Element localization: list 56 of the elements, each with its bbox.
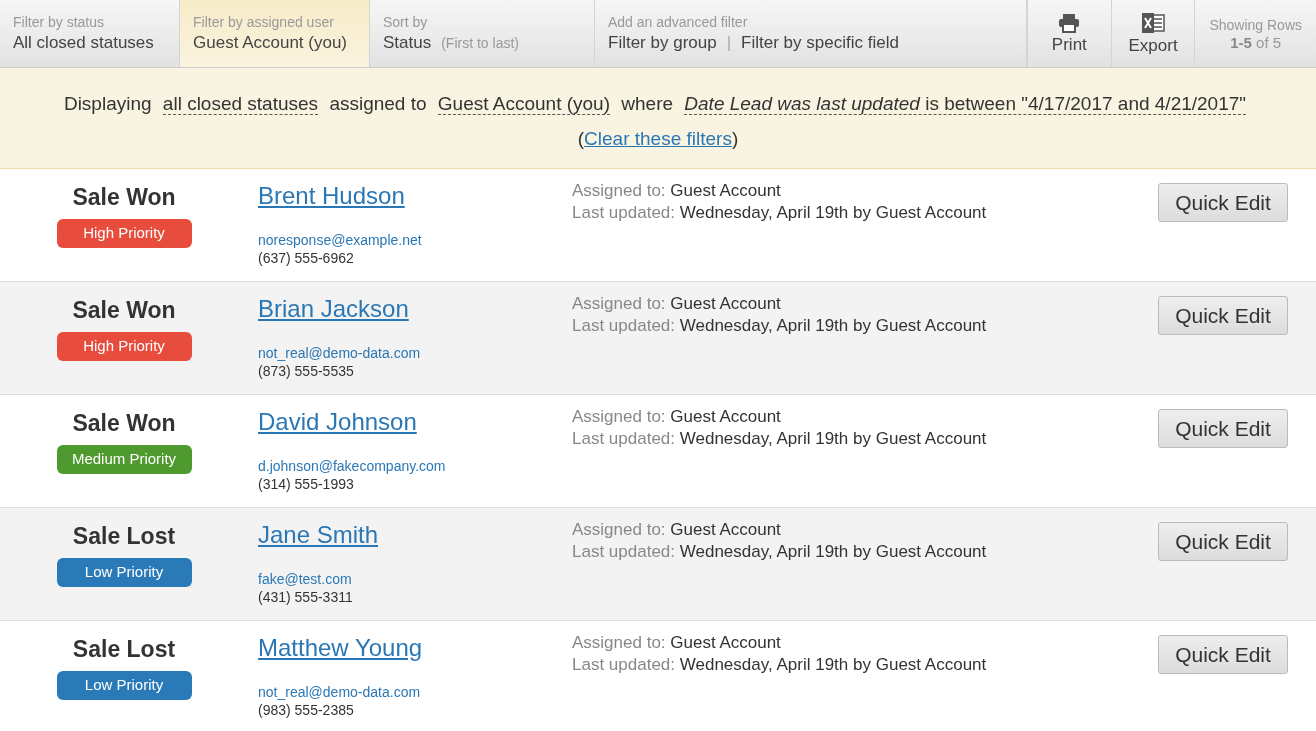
priority-badge: High Priority [56,332,192,361]
phone-number: (873) 555-5535 [258,362,354,380]
email-link[interactable]: fake@test.com [258,570,352,588]
assigned-to-text: Assigned to: Guest Account [572,519,781,541]
last-updated-text: Last updated: Wednesday, April 19th by Guest Account [572,315,987,337]
email-link[interactable]: d.johnson@fakecompany.com [258,457,446,475]
filter-label: Add an advanced filter [608,12,749,31]
filter-link[interactable]: Filter by group [608,30,717,55]
printer-icon [1058,12,1081,33]
separator: | [726,31,732,54]
phone-number: (983) 555-2385 [258,701,354,719]
lead-status: Sale Lost [72,635,176,663]
last-updated-text: Last updated: Wednesday, April 19th by Guest Account [572,654,987,676]
assigned-to-text: Assigned to: Guest Account [572,632,781,654]
email-link[interactable]: not_real@demo-data.com [258,344,421,362]
phone-number: (637) 555-6962 [258,249,354,267]
email-link[interactable]: not_real@demo-data.com [258,683,421,701]
priority-badge: Low Priority [56,558,192,587]
filter-banner: Displaying all closed statuses assigned to Guest Account (you) where Date Lead was last updated is between "4/17/2017 and 4/21/2017" (Clear these filters) [0,68,1316,169]
quick-edit-button[interactable]: Quick Edit [1158,296,1288,335]
phone-number: (431) 555-3311 [258,588,353,606]
toolbar-tab[interactable]: Filter by assigned user Guest Account (you) [180,0,370,67]
lead-name-link[interactable]: Matthew Young [258,633,423,663]
assigned-to-text: Assigned to: Guest Account [572,293,781,315]
priority-badge: Medium Priority [56,445,192,474]
lead-name-link[interactable]: Brent Hudson [258,181,405,211]
quick-edit-button[interactable]: Quick Edit [1158,183,1288,222]
email-link[interactable]: noresponse@example.net [258,231,422,249]
lead-status: Sale Lost [72,522,176,550]
priority-badge: Low Priority [56,671,192,700]
lead-name-link[interactable]: Brian Jackson [258,294,409,324]
priority-badge: High Priority [56,219,192,248]
toolbar-tab[interactable]: Sort by Status (First to last) [370,0,595,67]
quick-edit-button[interactable]: Quick Edit [1158,409,1288,448]
clear-filters-link[interactable]: Clear these filters [584,128,732,149]
filter-link[interactable]: Date Lead was last updated is between "4/17/2017 and 4/21/2017" [684,93,1247,115]
row-count: Showing Rows 1-5 of 5 [1194,0,1316,67]
spreadsheet-icon [1141,11,1166,34]
lead-name-link[interactable]: David Johnson [258,407,417,437]
lead-status: Sale Won [72,296,176,324]
quick-edit-button[interactable]: Quick Edit [1158,635,1288,674]
phone-number: (314) 555-1993 [258,475,354,493]
print-button[interactable]: Print [1027,0,1111,67]
filter-link[interactable]: Guest Account (you) [437,93,610,115]
assigned-to-text: Assigned to: Guest Account [572,406,781,428]
assigned-to-text: Assigned to: Guest Account [572,180,781,202]
last-updated-text: Last updated: Wednesday, April 19th by Guest Account [572,428,987,450]
last-updated-text: Last updated: Wednesday, April 19th by Guest Account [572,541,987,563]
filter-link[interactable]: Filter by specific field [741,30,899,55]
lead-name-link[interactable]: Jane Smith [258,520,379,550]
quick-edit-button[interactable]: Quick Edit [1158,522,1288,561]
last-updated-text: Last updated: Wednesday, April 19th by Guest Account [572,202,987,224]
lead-status: Sale Won [72,409,176,437]
filter-link[interactable]: all closed statuses [162,93,319,115]
lead-status: Sale Won [72,183,176,211]
export-button[interactable]: Export [1110,0,1195,67]
